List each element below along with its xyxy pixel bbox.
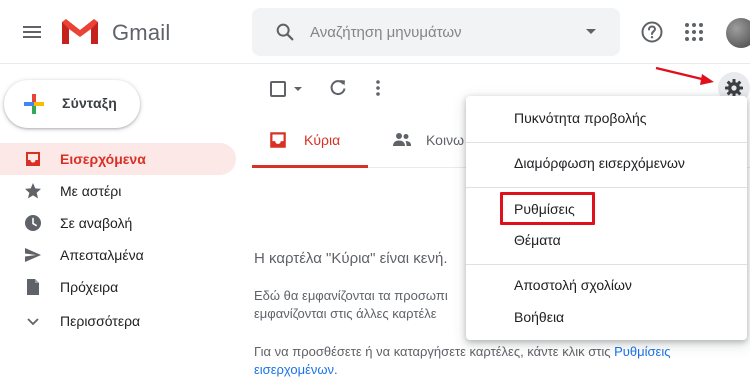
menu-item-label: Αποστολή σχολίων	[514, 277, 632, 293]
select-caret-icon[interactable]	[294, 87, 302, 91]
draft-icon	[27, 279, 39, 295]
empty-state-text: εμφανίζονται στις άλλες καρτέλε	[254, 306, 437, 321]
search-bar[interactable]	[252, 8, 620, 56]
search-input[interactable]	[310, 20, 570, 44]
help-text-suffix: .	[334, 362, 338, 377]
people-icon	[393, 133, 411, 146]
menu-item-label: Βοήθεια	[514, 309, 565, 325]
sidebar-item-inbox[interactable]: Εισερχόμενα	[0, 143, 236, 175]
refresh-icon[interactable]	[329, 79, 347, 97]
menu-item-themes[interactable]: Θέματα	[466, 225, 747, 257]
menu-item-label: Θέματα	[514, 232, 561, 248]
menu-item-send-feedback[interactable]: Αποστολή σχολίων	[466, 270, 747, 302]
top-header: Gmail	[0, 0, 750, 64]
sidebar-item-starred[interactable]: Με αστέρι	[0, 175, 236, 207]
clock-icon	[25, 215, 41, 231]
menu-divider	[466, 187, 747, 188]
sidebar-item-label: Πρόχειρα	[60, 279, 119, 295]
select-checkbox[interactable]	[270, 81, 286, 97]
sidebar-item-label: Με αστέρι	[60, 183, 122, 199]
chevron-down-icon	[27, 318, 39, 326]
search-icon[interactable]	[274, 21, 296, 43]
menu-divider	[466, 142, 747, 143]
menu-item-help[interactable]: Βοήθεια	[466, 302, 747, 334]
menu-item-label: Ρυθμίσεις	[514, 201, 575, 217]
red-arrow-annotation	[655, 66, 714, 85]
help-icon[interactable]	[640, 20, 664, 44]
menu-item-settings[interactable]: Ρυθμίσεις	[466, 194, 747, 226]
empty-state-title: Η καρτέλα "Κύρια" είναι κενή.	[254, 250, 448, 267]
empty-state-help-cont: εισερχομένων.	[254, 362, 338, 377]
sidebar-item-label: Εισερχόμενα	[60, 151, 146, 167]
plus-icon	[24, 94, 44, 114]
help-text-prefix: Για να προσθέσετε ή να καταργήσετε καρτέ…	[254, 344, 615, 359]
sidebar-item-sent[interactable]: Απεσταλμένα	[0, 239, 236, 271]
sidebar-item-more[interactable]: Περισσότερα	[0, 305, 236, 337]
sidebar-item-drafts[interactable]: Πρόχειρα	[0, 271, 236, 303]
search-options-caret-icon[interactable]	[586, 29, 596, 34]
inbox-icon	[26, 152, 40, 166]
empty-state-text: Εδώ θα εμφανίζονται τα προσωπι	[254, 288, 448, 303]
avatar[interactable]	[726, 18, 750, 48]
menu-item-label: Πυκνότητα προβολής	[514, 110, 647, 126]
menu-divider	[466, 264, 747, 265]
menu-item-configure-inbox[interactable]: Διαμόρφωση εισερχόμενων	[466, 148, 747, 180]
sidebar-item-label: Σε αναβολή	[60, 215, 133, 231]
hamburger-menu-icon[interactable]	[20, 20, 44, 44]
tab-label: Κύρια	[304, 132, 341, 148]
tab-primary[interactable]: Κύρια	[252, 112, 368, 168]
sidebar-item-label: Περισσότερα	[60, 313, 141, 329]
gmail-logo[interactable]	[60, 16, 100, 48]
more-vert-icon[interactable]	[372, 79, 384, 97]
inbox-settings-link-cont[interactable]: εισερχομένων	[254, 362, 334, 377]
compose-label: Σύνταξη	[62, 95, 117, 111]
sidebar-item-snoozed[interactable]: Σε αναβολή	[0, 207, 236, 239]
compose-button[interactable]: Σύνταξη	[4, 80, 140, 128]
tab-label: Κοινω	[426, 132, 464, 148]
inbox-icon	[270, 132, 286, 148]
menu-item-label: Διαμόρφωση εισερχόμενων	[514, 155, 685, 171]
send-icon	[25, 248, 41, 262]
empty-state-help: Για να προσθέσετε ή να καταργήσετε καρτέ…	[254, 344, 671, 359]
star-icon	[25, 183, 41, 199]
inbox-settings-link[interactable]: Ρυθμίσεις	[614, 344, 670, 359]
menu-item-display-density[interactable]: Πυκνότητα προβολής	[466, 103, 747, 135]
settings-menu: Πυκνότητα προβολής Διαμόρφωση εισερχόμεν…	[466, 96, 747, 340]
apps-grid-icon[interactable]	[684, 22, 704, 42]
gear-icon	[725, 79, 743, 97]
sidebar-item-label: Απεσταλμένα	[60, 247, 144, 263]
gmail-wordmark: Gmail	[112, 20, 171, 45]
